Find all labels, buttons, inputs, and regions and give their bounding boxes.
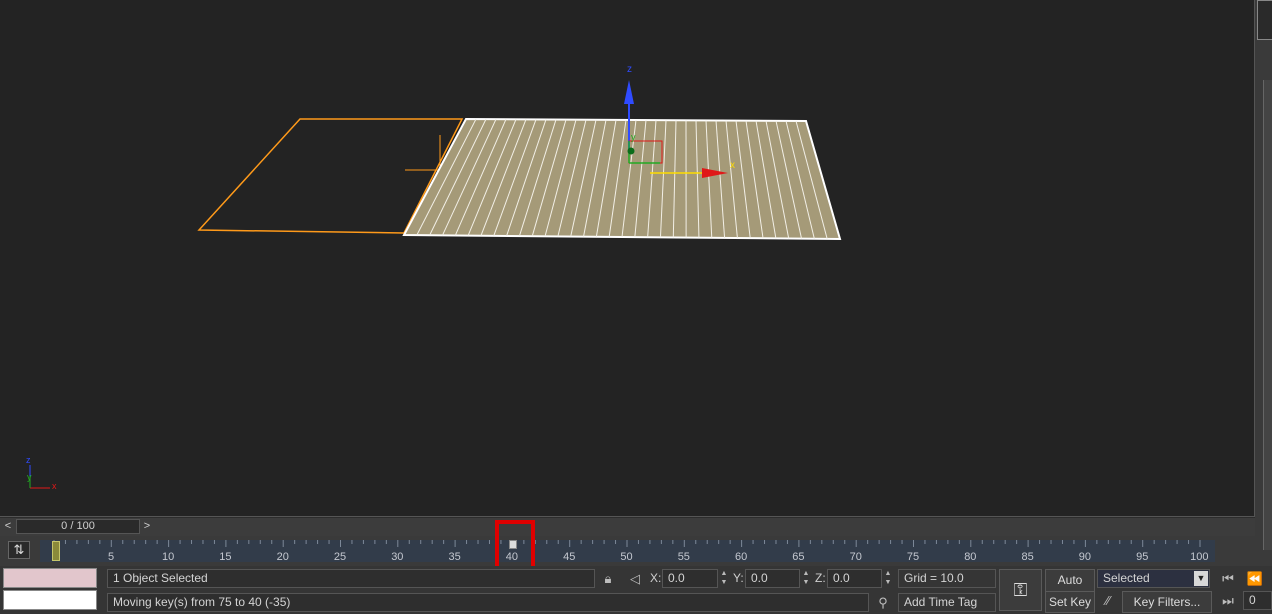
maxscript-input-mini[interactable] [3, 590, 97, 610]
current-frame-field[interactable]: 0 [1243, 591, 1272, 610]
x-coordinate-field[interactable]: 0.0 [662, 569, 718, 588]
time-tag-icon[interactable]: ⚲ [875, 593, 891, 612]
time-slider-prev-arrow[interactable]: < [1, 519, 15, 534]
frame-tick-label: 100 [1190, 551, 1208, 562]
gizmo-z-label: z [627, 64, 632, 75]
panel-scrollbar[interactable] [1263, 80, 1272, 550]
frame-tick-label: 85 [1022, 551, 1034, 562]
frame-tick-label: 60 [735, 551, 747, 562]
frame-tick-label: 25 [334, 551, 346, 562]
key-mode-dropdown[interactable]: Selected ▼ [1097, 569, 1210, 588]
time-slider-next-arrow[interactable]: > [140, 519, 154, 534]
frame-tick-label: 70 [850, 551, 862, 562]
frame-tick-label: 65 [792, 551, 804, 562]
frame-tick-label: 50 [620, 551, 632, 562]
set-key-button[interactable]: Set Key [1045, 591, 1095, 613]
y-coordinate-field[interactable]: 0.0 [745, 569, 800, 588]
key-mode-toggle-icon[interactable]: ⏭ [1218, 591, 1238, 610]
command-panel-edge[interactable] [1255, 0, 1272, 566]
current-frame-indicator[interactable] [52, 541, 60, 561]
frame-tick-label: 15 [219, 551, 231, 562]
frame-tick-label: 10 [162, 551, 174, 562]
frame-tick-label: 30 [391, 551, 403, 562]
selection-status: 1 Object Selected [107, 569, 595, 588]
frame-tick-label: 95 [1136, 551, 1148, 562]
frame-tick-label: 80 [964, 551, 976, 562]
gizmo-y-label: y [631, 132, 636, 142]
frame-tick-label: 35 [449, 551, 461, 562]
trackbar-ticks: 5 10 15 20 25 30 35 40 45 50 55 60 65 70 75 80 85 90 95 100 [53, 540, 1208, 562]
tripod-x-label: x [52, 481, 57, 491]
perspective-viewport[interactable]: z x y z y x [0, 0, 1255, 517]
open-mini-curve-editor-icon[interactable]: ⇅ [8, 541, 30, 559]
key-mode-selected-value: Selected [1103, 571, 1150, 585]
z-spinner[interactable]: ▲ ▼ [884, 569, 892, 588]
trackbar[interactable]: ⇅ 5 10 15 20 25 30 35 40 45 50 55 60 65 70 75 80 85 90 95 1… [0, 536, 1255, 566]
time-slider[interactable]: < 0 / 100 > [0, 518, 1255, 536]
frame-tick-label: 45 [563, 551, 575, 562]
time-slider-thumb[interactable]: 0 / 100 [16, 519, 140, 534]
set-keys-key-icon[interactable]: ⚿ [999, 569, 1042, 611]
gizmo-x-label: x [730, 160, 735, 171]
status-bar: 1 Object Selected Moving key(s) from 75 … [0, 566, 1272, 614]
frame-tick-label: 20 [277, 551, 289, 562]
x-label: X: [650, 571, 662, 585]
add-time-tag-button[interactable]: Add Time Tag [898, 593, 996, 612]
chevron-down-icon[interactable]: ▼ [1194, 571, 1208, 586]
trackbar-track[interactable]: 5 10 15 20 25 30 35 40 45 50 55 60 65 70 75 80 85 90 95 100 [40, 540, 1215, 562]
default-in-out-tangent-icon[interactable]: ⁄⁄ [1097, 591, 1119, 610]
maxscript-listener-mini[interactable] [3, 568, 97, 588]
z-label: Z: [815, 571, 826, 585]
gizmo-pivot [627, 147, 635, 155]
gizmo-z-arrow[interactable] [624, 80, 634, 104]
tripod-y-label: y [27, 472, 32, 482]
grid-spacing: Grid = 10.0 [898, 569, 996, 588]
prompt-line: Moving key(s) from 75 to 40 (-35) [107, 593, 869, 612]
absolute-mode-transform-icon[interactable]: ◁ [626, 569, 644, 588]
y-spinner[interactable]: ▲ ▼ [802, 569, 810, 588]
scene-canvas[interactable]: z x y z y x [0, 0, 1255, 517]
frame-tick-label: 75 [907, 551, 919, 562]
textured-plane[interactable] [402, 117, 842, 241]
previous-frame-icon[interactable]: ⏪ [1245, 569, 1265, 588]
y-label: Y: [733, 571, 744, 585]
frame-tick-label: 90 [1079, 551, 1091, 562]
x-spinner[interactable]: ▲ ▼ [720, 569, 728, 588]
z-coordinate-field[interactable]: 0.0 [827, 569, 882, 588]
panel-tab[interactable] [1257, 0, 1272, 40]
selection-lock-icon[interactable]: 🔒︎ [600, 569, 616, 588]
key-filters-button[interactable]: Key Filters... [1122, 591, 1212, 613]
go-to-start-icon[interactable]: ⏮ [1218, 569, 1238, 588]
tripod-z-label: z [26, 455, 31, 465]
frame-tick-label: 5 [108, 551, 114, 562]
frame-tick-label: 55 [678, 551, 690, 562]
